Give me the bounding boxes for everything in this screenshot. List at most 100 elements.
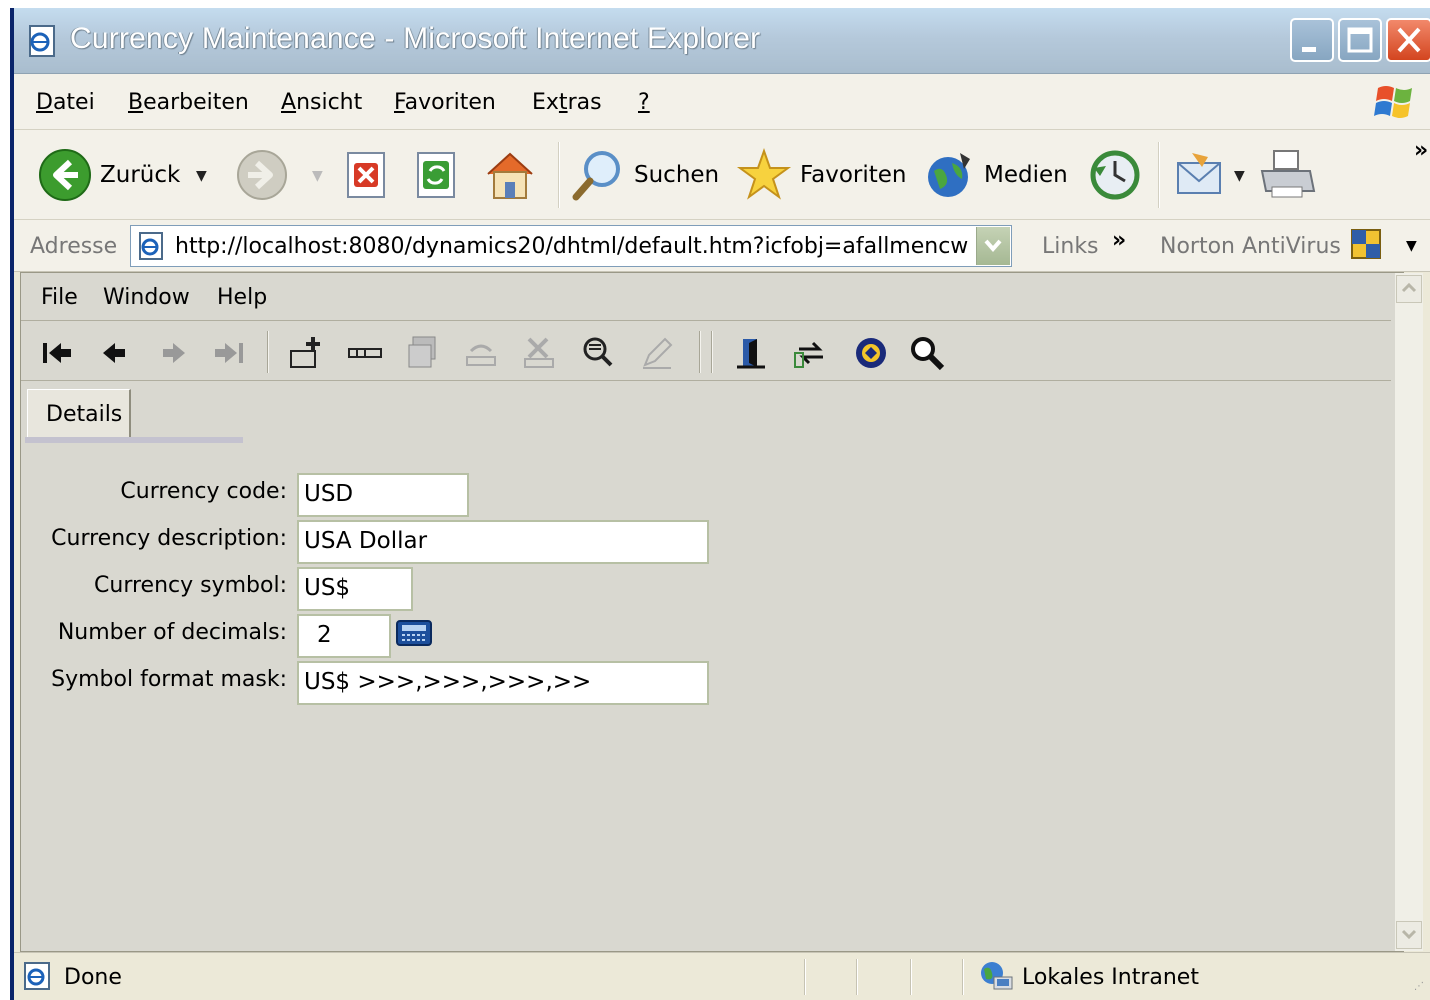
app-menubar: File Window Help bbox=[21, 273, 1391, 321]
currency-description-field[interactable]: USA Dollar bbox=[297, 520, 709, 564]
favorites-label: Favoriten bbox=[800, 162, 907, 188]
search-button[interactable]: Suchen bbox=[570, 144, 719, 206]
links-label[interactable]: Links bbox=[1042, 234, 1099, 259]
menu-bearbeiten[interactable]: Bearbeiten bbox=[128, 90, 249, 115]
help-circle-icon[interactable] bbox=[853, 335, 889, 371]
forward-button[interactable] bbox=[236, 144, 288, 206]
mail-button[interactable] bbox=[1172, 144, 1228, 206]
mail-icon bbox=[1177, 153, 1221, 194]
last-record-icon[interactable] bbox=[211, 335, 247, 371]
tab-details[interactable]: Details bbox=[27, 389, 131, 441]
app-menu-file[interactable]: File bbox=[41, 285, 78, 310]
chevron-up-icon bbox=[1401, 282, 1417, 293]
menu-extras[interactable]: Extras bbox=[532, 90, 602, 115]
status-bar: Done Lokales Intranet ⋰ bbox=[14, 952, 1430, 1000]
back-label: Zurück bbox=[100, 162, 181, 188]
tab-strip-underline bbox=[25, 437, 243, 443]
menu-datei[interactable]: Datei bbox=[36, 90, 95, 115]
status-divider bbox=[910, 959, 912, 995]
security-zone-text: Lokales Intranet bbox=[1022, 965, 1199, 990]
status-divider bbox=[804, 959, 806, 995]
undo-icon[interactable] bbox=[463, 335, 499, 371]
address-dropdown-button[interactable] bbox=[976, 227, 1010, 265]
status-divider bbox=[856, 959, 858, 995]
previous-record-icon[interactable] bbox=[97, 335, 133, 371]
app-menu-help[interactable]: Help bbox=[217, 285, 267, 310]
chevron-down-icon bbox=[1401, 929, 1417, 940]
forward-dropdown-icon[interactable]: ▼ bbox=[312, 168, 323, 184]
currency-symbol-field[interactable]: US$ bbox=[297, 567, 413, 611]
browser-toolbar: Zurück ▼ ▼ Suchen Favoriten Medien ▼ » bbox=[14, 130, 1430, 220]
stop-button[interactable] bbox=[344, 144, 390, 206]
calculator-icon[interactable] bbox=[395, 619, 433, 647]
add-record-icon[interactable] bbox=[287, 335, 323, 371]
links-chevron[interactable]: » bbox=[1112, 228, 1126, 253]
back-dropdown-icon[interactable]: ▼ bbox=[196, 168, 207, 184]
view-record-icon[interactable] bbox=[579, 335, 615, 371]
resize-grip-icon[interactable]: ⋰ bbox=[1414, 981, 1424, 992]
address-label: Adresse bbox=[30, 234, 118, 259]
home-button[interactable] bbox=[482, 144, 538, 206]
app-toolbar bbox=[21, 323, 1391, 381]
stop-icon bbox=[347, 152, 385, 198]
refresh-button[interactable] bbox=[414, 144, 460, 206]
transfer-icon[interactable] bbox=[793, 335, 829, 371]
menu-ansicht-label: Ansicht bbox=[281, 90, 363, 115]
back-button[interactable]: Zurück bbox=[38, 144, 180, 206]
exit-door-icon[interactable] bbox=[733, 335, 769, 371]
maximize-button[interactable] bbox=[1338, 18, 1382, 62]
currency-code-field[interactable]: USD bbox=[297, 473, 469, 517]
scroll-down-button[interactable] bbox=[1396, 921, 1422, 949]
search-label: Suchen bbox=[634, 162, 720, 188]
print-button[interactable] bbox=[1258, 144, 1316, 206]
symbol-format-mask-label: Symbol format mask: bbox=[51, 667, 287, 692]
menu-ansicht[interactable]: Ansicht bbox=[281, 90, 362, 115]
scroll-up-button[interactable] bbox=[1396, 275, 1422, 303]
first-record-icon[interactable] bbox=[39, 335, 75, 371]
save-record-icon[interactable] bbox=[405, 335, 441, 371]
media-label: Medien bbox=[984, 162, 1068, 188]
menu-help[interactable]: ? bbox=[638, 90, 650, 115]
close-button[interactable] bbox=[1386, 18, 1430, 62]
delete-record-icon[interactable] bbox=[521, 335, 557, 371]
media-button[interactable]: Medien bbox=[924, 144, 1068, 206]
history-button[interactable] bbox=[1088, 144, 1142, 206]
close-icon bbox=[1397, 27, 1421, 53]
currency-symbol-label: Currency symbol: bbox=[94, 573, 287, 598]
norton-dropdown-icon[interactable]: ▼ bbox=[1406, 238, 1417, 254]
maximize-icon bbox=[1347, 27, 1373, 53]
minimize-icon bbox=[1302, 47, 1316, 52]
favorites-button[interactable]: Favoriten bbox=[736, 144, 907, 206]
back-arrow-icon bbox=[39, 149, 91, 201]
forward-arrow-icon bbox=[237, 150, 287, 200]
app-menu-window[interactable]: Window bbox=[103, 285, 190, 310]
modify-record-icon[interactable] bbox=[639, 335, 675, 371]
search-magnifier-icon[interactable] bbox=[909, 335, 945, 371]
menu-favoriten[interactable]: Favoriten bbox=[394, 90, 496, 115]
menu-help-label: ? bbox=[638, 90, 650, 115]
title-bar[interactable]: Currency Maintenance - Microsoft Interne… bbox=[14, 8, 1430, 74]
intranet-zone-icon bbox=[981, 962, 1013, 990]
toolbar-overflow-chevron[interactable]: » bbox=[1414, 138, 1428, 163]
status-divider bbox=[962, 959, 964, 995]
next-record-icon[interactable] bbox=[155, 335, 191, 371]
copy-record-icon[interactable] bbox=[347, 335, 383, 371]
printer-icon bbox=[1260, 150, 1316, 198]
symbol-format-mask-field[interactable]: US$ >>>,>>>,>>>,>> bbox=[297, 661, 709, 705]
number-of-decimals-field[interactable]: 2 bbox=[297, 614, 391, 658]
menu-extras-label: Extras bbox=[532, 90, 602, 115]
star-icon bbox=[736, 147, 792, 200]
address-url: http://localhost:8080/dynamics20/dhtml/d… bbox=[175, 234, 969, 259]
tab-details-label: Details bbox=[46, 402, 123, 427]
minimize-button[interactable] bbox=[1290, 18, 1334, 62]
vertical-scrollbar[interactable] bbox=[1395, 273, 1423, 951]
app-toolbar-separator-3 bbox=[711, 331, 713, 373]
browser-window: Currency Maintenance - Microsoft Interne… bbox=[10, 8, 1430, 1000]
mail-dropdown-icon[interactable]: ▼ bbox=[1234, 168, 1245, 184]
window-title: Currency Maintenance - Microsoft Interne… bbox=[70, 22, 761, 55]
address-input[interactable]: http://localhost:8080/dynamics20/dhtml/d… bbox=[130, 225, 1012, 267]
address-bar: Adresse http://localhost:8080/dynamics20… bbox=[14, 220, 1430, 272]
norton-antivirus-label[interactable]: Norton AntiVirus bbox=[1160, 234, 1341, 259]
norton-icon[interactable] bbox=[1350, 228, 1384, 262]
refresh-icon bbox=[417, 152, 455, 198]
